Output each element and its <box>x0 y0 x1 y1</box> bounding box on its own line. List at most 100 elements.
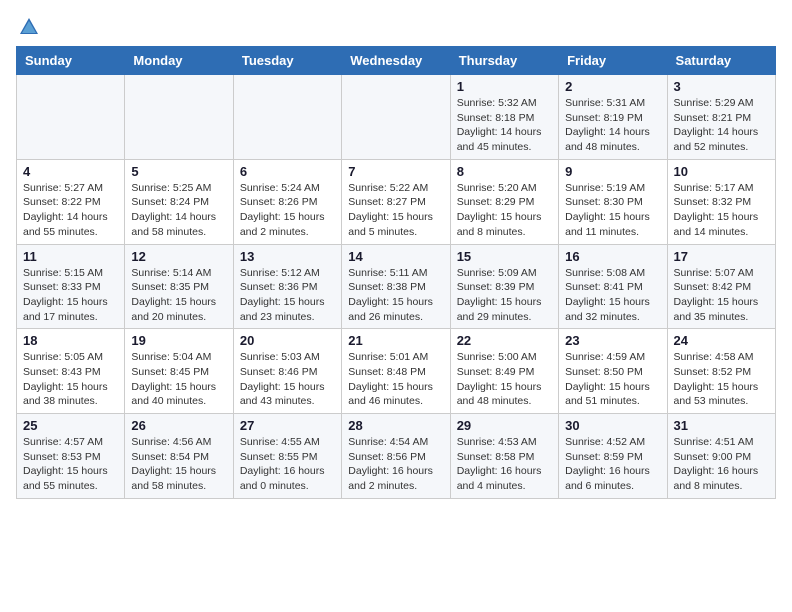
day-detail: Sunrise: 5:04 AM Sunset: 8:45 PM Dayligh… <box>131 350 226 409</box>
calendar-cell: 11 Sunrise: 5:15 AM Sunset: 8:33 PM Dayli… <box>17 244 125 329</box>
day-number: 27 <box>240 418 335 433</box>
calendar-cell: 6 Sunrise: 5:24 AM Sunset: 8:26 PM Daylig… <box>233 159 341 244</box>
day-detail: Sunrise: 5:17 AM Sunset: 8:32 PM Dayligh… <box>674 181 769 240</box>
calendar-cell: 16Sunrise: 5:08 AM Sunset: 8:41 PM Dayli… <box>559 244 667 329</box>
day-detail: Sunrise: 5:01 AM Sunset: 8:48 PM Dayligh… <box>348 350 443 409</box>
day-number: 21 <box>348 333 443 348</box>
calendar-week-2: 4 Sunrise: 5:27 AM Sunset: 8:22 PM Daylig… <box>17 159 776 244</box>
calendar-cell: 23Sunrise: 4:59 AM Sunset: 8:50 PM Dayli… <box>559 329 667 414</box>
day-detail: Sunrise: 5:15 AM Sunset: 8:33 PM Dayligh… <box>23 266 118 325</box>
calendar-cell: 12 Sunrise: 5:14 AM Sunset: 8:35 PM Dayli… <box>125 244 233 329</box>
day-detail: Sunrise: 5:09 AM Sunset: 8:39 PM Dayligh… <box>457 266 552 325</box>
day-detail: Sunrise: 5:27 AM Sunset: 8:22 PM Dayligh… <box>23 181 118 240</box>
calendar-cell: 9Sunrise: 5:19 AM Sunset: 8:30 PM Daylig… <box>559 159 667 244</box>
day-detail: Sunrise: 4:54 AM Sunset: 8:56 PM Dayligh… <box>348 435 443 494</box>
day-number: 29 <box>457 418 552 433</box>
day-detail: Sunrise: 4:58 AM Sunset: 8:52 PM Dayligh… <box>674 350 769 409</box>
day-header-monday: Monday <box>125 47 233 75</box>
day-number: 14 <box>348 249 443 264</box>
calendar-cell: 13Sunrise: 5:12 AM Sunset: 8:36 PM Dayli… <box>233 244 341 329</box>
day-detail: Sunrise: 4:57 AM Sunset: 8:53 PM Dayligh… <box>23 435 118 494</box>
day-detail: Sunrise: 4:55 AM Sunset: 8:55 PM Dayligh… <box>240 435 335 494</box>
day-number: 11 <box>23 249 118 264</box>
calendar-cell <box>342 75 450 160</box>
day-detail: Sunrise: 4:59 AM Sunset: 8:50 PM Dayligh… <box>565 350 660 409</box>
day-number: 17 <box>674 249 769 264</box>
calendar-week-1: 1 Sunrise: 5:32 AM Sunset: 8:18 PM Daylig… <box>17 75 776 160</box>
calendar-cell: 2 Sunrise: 5:31 AM Sunset: 8:19 PM Daylig… <box>559 75 667 160</box>
calendar-cell <box>125 75 233 160</box>
day-detail: Sunrise: 5:00 AM Sunset: 8:49 PM Dayligh… <box>457 350 552 409</box>
day-number: 6 <box>240 164 335 179</box>
calendar-table: SundayMondayTuesdayWednesdayThursdayFrid… <box>16 46 776 499</box>
calendar-week-4: 18 Sunrise: 5:05 AM Sunset: 8:43 PM Dayli… <box>17 329 776 414</box>
day-number: 5 <box>131 164 226 179</box>
calendar-cell: 30Sunrise: 4:52 AM Sunset: 8:59 PM Dayli… <box>559 414 667 499</box>
calendar-cell: 28Sunrise: 4:54 AM Sunset: 8:56 PM Dayli… <box>342 414 450 499</box>
day-detail: Sunrise: 5:24 AM Sunset: 8:26 PM Dayligh… <box>240 181 335 240</box>
calendar-cell: 25 Sunrise: 4:57 AM Sunset: 8:53 PM Dayli… <box>17 414 125 499</box>
day-number: 10 <box>674 164 769 179</box>
calendar-cell: 14 Sunrise: 5:11 AM Sunset: 8:38 PM Dayli… <box>342 244 450 329</box>
day-detail: Sunrise: 5:29 AM Sunset: 8:21 PM Dayligh… <box>674 96 769 155</box>
day-detail: Sunrise: 5:32 AM Sunset: 8:18 PM Dayligh… <box>457 96 552 155</box>
calendar-week-5: 25 Sunrise: 4:57 AM Sunset: 8:53 PM Dayli… <box>17 414 776 499</box>
day-header-saturday: Saturday <box>667 47 775 75</box>
calendar-header-row: SundayMondayTuesdayWednesdayThursdayFrid… <box>17 47 776 75</box>
day-number: 26 <box>131 418 226 433</box>
calendar-week-3: 11 Sunrise: 5:15 AM Sunset: 8:33 PM Dayli… <box>17 244 776 329</box>
day-detail: Sunrise: 5:11 AM Sunset: 8:38 PM Dayligh… <box>348 266 443 325</box>
day-number: 24 <box>674 333 769 348</box>
day-number: 1 <box>457 79 552 94</box>
calendar-cell: 15Sunrise: 5:09 AM Sunset: 8:39 PM Dayli… <box>450 244 558 329</box>
calendar-cell: 7 Sunrise: 5:22 AM Sunset: 8:27 PM Daylig… <box>342 159 450 244</box>
calendar-cell: 24 Sunrise: 4:58 AM Sunset: 8:52 PM Dayli… <box>667 329 775 414</box>
day-number: 18 <box>23 333 118 348</box>
day-number: 3 <box>674 79 769 94</box>
day-header-wednesday: Wednesday <box>342 47 450 75</box>
calendar-cell: 1 Sunrise: 5:32 AM Sunset: 8:18 PM Daylig… <box>450 75 558 160</box>
logo-icon <box>18 16 40 38</box>
day-detail: Sunrise: 5:22 AM Sunset: 8:27 PM Dayligh… <box>348 181 443 240</box>
day-detail: Sunrise: 4:53 AM Sunset: 8:58 PM Dayligh… <box>457 435 552 494</box>
day-detail: Sunrise: 5:31 AM Sunset: 8:19 PM Dayligh… <box>565 96 660 155</box>
day-number: 4 <box>23 164 118 179</box>
day-detail: Sunrise: 4:56 AM Sunset: 8:54 PM Dayligh… <box>131 435 226 494</box>
calendar-cell: 19Sunrise: 5:04 AM Sunset: 8:45 PM Dayli… <box>125 329 233 414</box>
calendar-cell: 21 Sunrise: 5:01 AM Sunset: 8:48 PM Dayli… <box>342 329 450 414</box>
calendar-cell: 20 Sunrise: 5:03 AM Sunset: 8:46 PM Dayli… <box>233 329 341 414</box>
calendar-cell: 3 Sunrise: 5:29 AM Sunset: 8:21 PM Daylig… <box>667 75 775 160</box>
calendar-cell: 5 Sunrise: 5:25 AM Sunset: 8:24 PM Daylig… <box>125 159 233 244</box>
day-number: 12 <box>131 249 226 264</box>
logo <box>16 16 40 38</box>
day-detail: Sunrise: 5:20 AM Sunset: 8:29 PM Dayligh… <box>457 181 552 240</box>
calendar-cell: 4 Sunrise: 5:27 AM Sunset: 8:22 PM Daylig… <box>17 159 125 244</box>
day-header-tuesday: Tuesday <box>233 47 341 75</box>
calendar-cell: 27 Sunrise: 4:55 AM Sunset: 8:55 PM Dayli… <box>233 414 341 499</box>
day-detail: Sunrise: 5:07 AM Sunset: 8:42 PM Dayligh… <box>674 266 769 325</box>
day-detail: Sunrise: 5:08 AM Sunset: 8:41 PM Dayligh… <box>565 266 660 325</box>
day-number: 2 <box>565 79 660 94</box>
calendar-cell: 18 Sunrise: 5:05 AM Sunset: 8:43 PM Dayli… <box>17 329 125 414</box>
day-number: 8 <box>457 164 552 179</box>
calendar-cell: 8 Sunrise: 5:20 AM Sunset: 8:29 PM Daylig… <box>450 159 558 244</box>
calendar-cell: 31Sunrise: 4:51 AM Sunset: 9:00 PM Dayli… <box>667 414 775 499</box>
day-number: 9 <box>565 164 660 179</box>
day-detail: Sunrise: 5:05 AM Sunset: 8:43 PM Dayligh… <box>23 350 118 409</box>
calendar-cell: 10 Sunrise: 5:17 AM Sunset: 8:32 PM Dayli… <box>667 159 775 244</box>
day-number: 7 <box>348 164 443 179</box>
day-detail: Sunrise: 4:51 AM Sunset: 9:00 PM Dayligh… <box>674 435 769 494</box>
calendar-body: 1 Sunrise: 5:32 AM Sunset: 8:18 PM Daylig… <box>17 75 776 499</box>
calendar-cell <box>17 75 125 160</box>
calendar-cell: 29 Sunrise: 4:53 AM Sunset: 8:58 PM Dayli… <box>450 414 558 499</box>
day-number: 25 <box>23 418 118 433</box>
day-detail: Sunrise: 5:25 AM Sunset: 8:24 PM Dayligh… <box>131 181 226 240</box>
day-detail: Sunrise: 5:03 AM Sunset: 8:46 PM Dayligh… <box>240 350 335 409</box>
calendar-cell: 22Sunrise: 5:00 AM Sunset: 8:49 PM Dayli… <box>450 329 558 414</box>
calendar-cell: 26 Sunrise: 4:56 AM Sunset: 8:54 PM Dayli… <box>125 414 233 499</box>
calendar-cell: 17 Sunrise: 5:07 AM Sunset: 8:42 PM Dayli… <box>667 244 775 329</box>
day-header-thursday: Thursday <box>450 47 558 75</box>
day-number: 20 <box>240 333 335 348</box>
day-detail: Sunrise: 5:14 AM Sunset: 8:35 PM Dayligh… <box>131 266 226 325</box>
day-detail: Sunrise: 5:12 AM Sunset: 8:36 PM Dayligh… <box>240 266 335 325</box>
